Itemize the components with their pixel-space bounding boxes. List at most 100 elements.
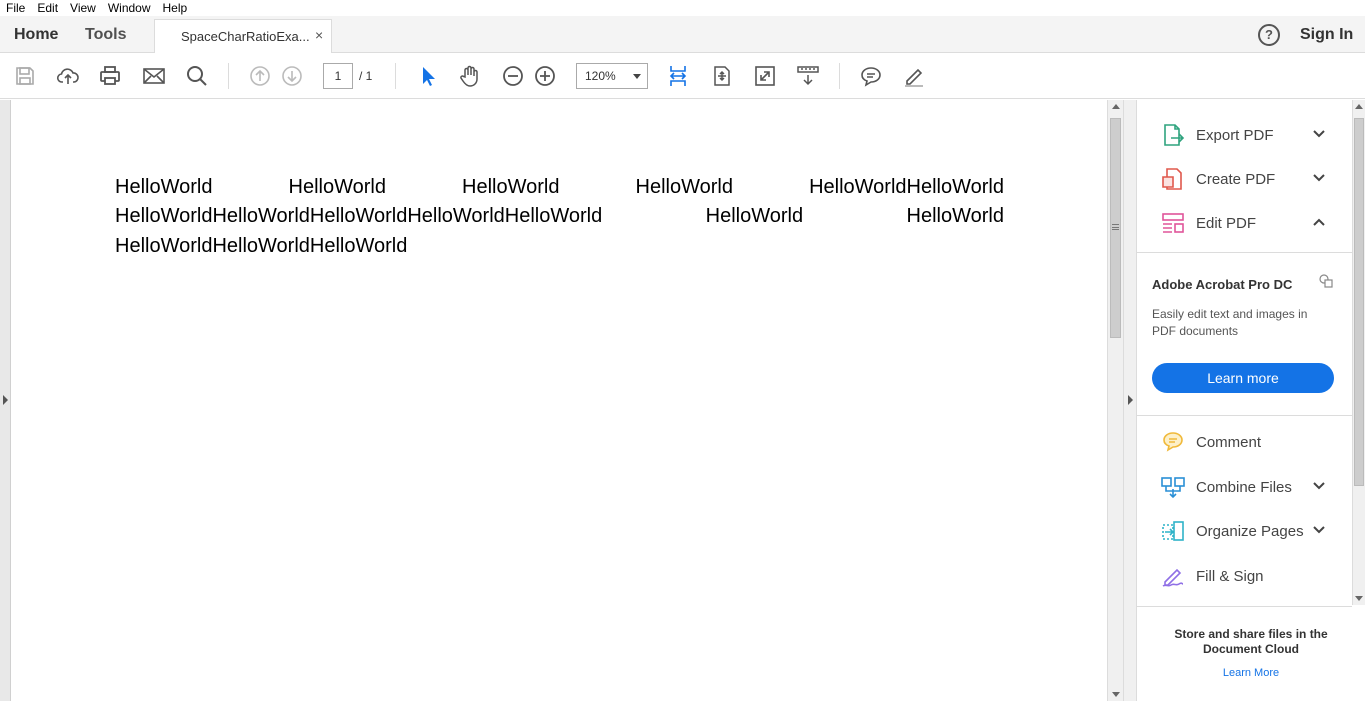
- chevron-down-icon[interactable]: [1312, 129, 1326, 139]
- toolbar-divider: [839, 63, 840, 89]
- sign-in-button[interactable]: Sign In: [1300, 26, 1353, 44]
- left-pane-toggle[interactable]: [0, 100, 11, 701]
- rotate-view-icon[interactable]: [709, 63, 735, 89]
- tool-create-pdf[interactable]: Create PDF: [1137, 159, 1352, 199]
- previous-page-icon[interactable]: [247, 63, 273, 89]
- pane-divider: [1137, 606, 1352, 607]
- document-word: HelloWorld: [705, 205, 804, 227]
- zoom-out-icon[interactable]: [500, 63, 526, 89]
- tab-bar: Home Tools SpaceCharRatioExa... × ? Sign…: [0, 16, 1365, 54]
- zoom-in-icon[interactable]: [532, 63, 558, 89]
- tool-label: Create PDF: [1196, 171, 1276, 188]
- document-word: HelloWorld: [906, 205, 1004, 227]
- tab-tools[interactable]: Tools: [85, 26, 126, 44]
- document-word: HelloWorld: [462, 176, 560, 198]
- document-word: HelloWorldHelloWorld: [809, 176, 1004, 198]
- comment-icon[interactable]: [858, 63, 884, 89]
- chevron-down-icon[interactable]: [1312, 525, 1326, 535]
- scroll-down-icon[interactable]: [1112, 692, 1120, 697]
- tool-export-pdf[interactable]: Export PDF: [1137, 115, 1352, 155]
- pane-divider: [1137, 252, 1352, 253]
- menu-help[interactable]: Help: [157, 1, 194, 15]
- scroll-up-icon[interactable]: [1112, 104, 1120, 109]
- learn-more-button[interactable]: Learn more: [1152, 363, 1334, 393]
- scroll-mode-icon[interactable]: [795, 63, 821, 89]
- next-page-icon[interactable]: [279, 63, 305, 89]
- document-cloud-text: Store and share files in the Document Cl…: [1174, 627, 1328, 656]
- document-line: HelloWorld HelloWorld HelloWorld HelloWo…: [115, 176, 1004, 199]
- document-word: HelloWorld: [288, 176, 386, 198]
- fill-sign-icon: [1162, 568, 1184, 587]
- zoom-level-value: 120%: [585, 69, 616, 83]
- tab-document[interactable]: SpaceCharRatioExa... ×: [154, 19, 332, 54]
- document-line: HelloWorldHelloWorldHelloWorld: [115, 235, 1004, 258]
- export-pdf-icon: [1164, 124, 1185, 146]
- create-pdf-icon: [1162, 168, 1182, 190]
- edit-pdf-icon: [1162, 213, 1184, 233]
- tool-organize-pages[interactable]: Organize Pages: [1137, 511, 1352, 551]
- help-icon[interactable]: ?: [1258, 24, 1280, 46]
- learn-more-link[interactable]: Learn More: [1152, 667, 1350, 679]
- tool-fill-sign[interactable]: Fill & Sign: [1137, 556, 1352, 596]
- full-screen-icon[interactable]: [752, 63, 778, 89]
- menu-bar: File Edit View Window Help: [0, 0, 1365, 16]
- tool-label: Edit PDF: [1196, 215, 1257, 232]
- chevron-down-icon[interactable]: [1312, 173, 1326, 183]
- comment-icon: [1163, 432, 1183, 452]
- scroll-up-icon[interactable]: [1355, 104, 1363, 109]
- document-line: HelloWorldHelloWorldHelloWorldHelloWorld…: [115, 205, 1004, 228]
- tool-label: Organize Pages: [1196, 523, 1304, 540]
- tools-pane: Export PDF Create PDF Edit PDF Adobe Acr…: [1137, 100, 1352, 701]
- scroll-down-icon[interactable]: [1355, 596, 1363, 601]
- document-word: HelloWorldHelloWorldHelloWorldHelloWorld…: [115, 205, 603, 227]
- tool-edit-pdf[interactable]: Edit PDF: [1137, 203, 1352, 243]
- right-pane-toggle[interactable]: [1123, 100, 1137, 701]
- tab-home[interactable]: Home: [14, 26, 58, 44]
- chevron-right-icon: [1128, 395, 1133, 405]
- print-icon[interactable]: [97, 63, 123, 89]
- tool-label: Export PDF: [1196, 127, 1274, 144]
- copy-icon[interactable]: [1318, 273, 1334, 289]
- chevron-up-icon[interactable]: [1312, 217, 1326, 227]
- document-word: HelloWorld: [115, 176, 213, 198]
- highlight-pen-icon[interactable]: [901, 63, 927, 89]
- chevron-down-icon: [633, 74, 641, 79]
- toolbar: 1 / 1 120%: [0, 53, 1365, 99]
- tools-pane-scrollbar[interactable]: [1352, 100, 1365, 605]
- menu-window[interactable]: Window: [102, 1, 157, 15]
- grip-icon: [1112, 224, 1119, 230]
- close-icon[interactable]: ×: [315, 27, 323, 43]
- search-icon[interactable]: [184, 63, 210, 89]
- chevron-down-icon[interactable]: [1312, 481, 1326, 491]
- zoom-level-select[interactable]: 120%: [576, 63, 648, 89]
- fit-page-icon[interactable]: [665, 63, 691, 89]
- menu-file[interactable]: File: [0, 1, 31, 15]
- tool-label: Fill & Sign: [1196, 568, 1264, 585]
- page-number-input[interactable]: 1: [323, 63, 353, 89]
- tab-document-label: SpaceCharRatioExa...: [181, 29, 310, 44]
- tool-label: Combine Files: [1196, 479, 1292, 496]
- promo-description: Easily edit text and images in PDF docum…: [1152, 307, 1308, 338]
- tool-label: Comment: [1196, 434, 1262, 451]
- scrollbar-thumb[interactable]: [1354, 118, 1364, 486]
- organize-pages-icon: [1162, 521, 1184, 541]
- menu-edit[interactable]: Edit: [31, 1, 64, 15]
- chevron-right-icon: [3, 395, 8, 405]
- upload-cloud-icon[interactable]: [55, 63, 81, 89]
- save-icon[interactable]: [12, 63, 38, 89]
- toolbar-divider: [228, 63, 229, 89]
- menu-view[interactable]: View: [64, 1, 102, 15]
- mail-icon[interactable]: [141, 63, 167, 89]
- page-total: / 1: [359, 69, 373, 83]
- select-cursor-icon[interactable]: [414, 63, 440, 89]
- document-page[interactable]: HelloWorld HelloWorld HelloWorld HelloWo…: [11, 100, 1107, 701]
- tool-comment[interactable]: Comment: [1137, 422, 1352, 462]
- document-scrollbar[interactable]: [1107, 100, 1123, 701]
- document-word: HelloWorldHelloWorldHelloWorld: [115, 235, 408, 257]
- combine-files-icon: [1161, 477, 1185, 499]
- document-word: HelloWorld: [635, 176, 733, 198]
- pane-divider: [1137, 415, 1352, 416]
- toolbar-divider: [395, 63, 396, 89]
- hand-tool-icon[interactable]: [457, 63, 483, 89]
- tool-combine-files[interactable]: Combine Files: [1137, 467, 1352, 507]
